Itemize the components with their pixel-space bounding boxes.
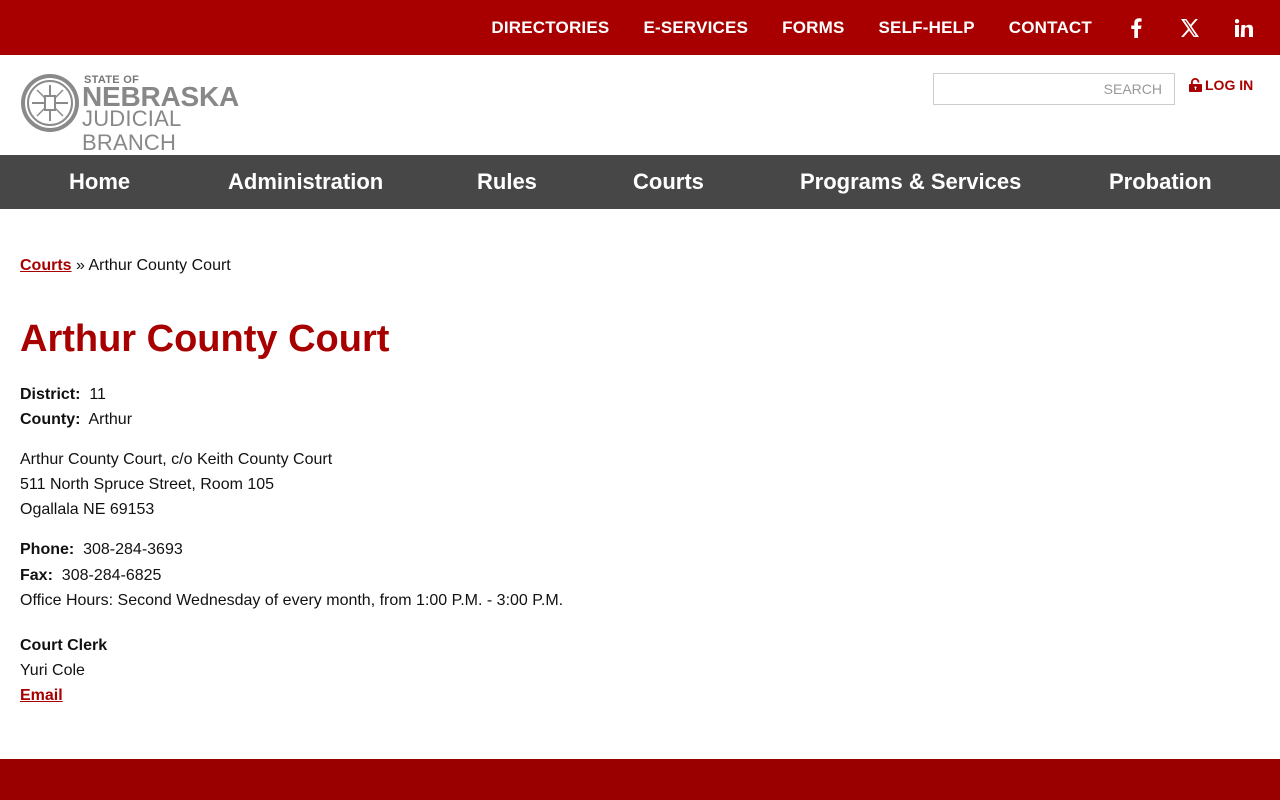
fax-row: Fax: 308-284-6825 bbox=[20, 563, 161, 588]
x-twitter-icon[interactable] bbox=[1180, 16, 1200, 40]
clerk-email-link[interactable]: Email bbox=[20, 687, 63, 704]
office-hours: Office Hours: Second Wednesday of every … bbox=[20, 592, 564, 609]
address-line-2: 511 North Spruce Street, Room 105 bbox=[20, 476, 275, 493]
nav-courts[interactable]: Courts bbox=[633, 169, 704, 195]
site-logo[interactable]: STATE OF NEBRASKA JUDICIAL BRANCH bbox=[20, 73, 280, 155]
main-navigation: Home Administration Rules Courts Program… bbox=[0, 155, 1280, 209]
topnav-forms[interactable]: FORMS bbox=[782, 18, 844, 38]
topnav-e-services[interactable]: E-SERVICES bbox=[643, 18, 748, 38]
nav-rules[interactable]: Rules bbox=[477, 169, 537, 195]
clerk-heading-text: Court Clerk bbox=[20, 637, 108, 654]
fax-label: Fax: bbox=[20, 567, 53, 584]
district-label: District: bbox=[20, 386, 81, 403]
county-row: County: Arthur bbox=[20, 407, 132, 432]
facebook-icon[interactable] bbox=[1126, 16, 1146, 40]
breadcrumb-current: Arthur County Court bbox=[88, 257, 231, 274]
nav-programs-services[interactable]: Programs & Services bbox=[800, 169, 1021, 195]
site-header: STATE OF NEBRASKA JUDICIAL BRANCH LOG IN bbox=[0, 55, 1280, 155]
address-line-3: Ogallala NE 69153 bbox=[20, 501, 155, 518]
county-label: County: bbox=[20, 411, 81, 428]
site-footer bbox=[0, 759, 1280, 800]
fax-value: 308-284-6825 bbox=[61, 567, 162, 584]
login-label: LOG IN bbox=[1205, 77, 1254, 93]
phone-label: Phone: bbox=[20, 541, 75, 558]
nav-probation[interactable]: Probation bbox=[1109, 169, 1212, 195]
clerk-heading: Court Clerk bbox=[20, 633, 107, 658]
district-value: 11 bbox=[89, 386, 106, 403]
address-line-1: Arthur County Court, c/o Keith County Co… bbox=[20, 451, 333, 468]
topnav-directories[interactable]: DIRECTORIES bbox=[491, 18, 609, 38]
state-seal-icon bbox=[21, 74, 79, 132]
search-input[interactable] bbox=[933, 73, 1175, 105]
breadcrumb-courts-link[interactable]: Courts bbox=[20, 257, 72, 274]
county-value: Arthur bbox=[88, 411, 133, 428]
logo-judicial-branch: JUDICIAL BRANCH bbox=[82, 106, 181, 155]
top-utility-bar: DIRECTORIES E-SERVICES FORMS SELF-HELP C… bbox=[0, 0, 1280, 55]
clerk-email-row: Email bbox=[20, 683, 63, 708]
topnav-contact[interactable]: CONTACT bbox=[1009, 18, 1092, 38]
clerk-name: Yuri Cole bbox=[20, 662, 85, 679]
lock-icon bbox=[1189, 78, 1202, 92]
district-row: District: 11 bbox=[20, 382, 106, 407]
linkedin-icon[interactable] bbox=[1234, 16, 1254, 40]
page-title: Arthur County Court bbox=[20, 318, 390, 360]
breadcrumb: Courts » Arthur County Court bbox=[20, 255, 1260, 277]
login-link[interactable]: LOG IN bbox=[1189, 77, 1253, 93]
nav-home[interactable]: Home bbox=[69, 169, 130, 195]
phone-value: 308-284-3693 bbox=[83, 541, 183, 558]
phone-row: Phone: 308-284-3693 bbox=[20, 537, 183, 562]
nav-administration[interactable]: Administration bbox=[228, 169, 383, 195]
topnav-self-help[interactable]: SELF-HELP bbox=[879, 18, 975, 38]
breadcrumb-separator: » bbox=[71, 257, 89, 274]
main-content: Courts » Arthur County Court Arthur Coun… bbox=[20, 255, 1260, 704]
